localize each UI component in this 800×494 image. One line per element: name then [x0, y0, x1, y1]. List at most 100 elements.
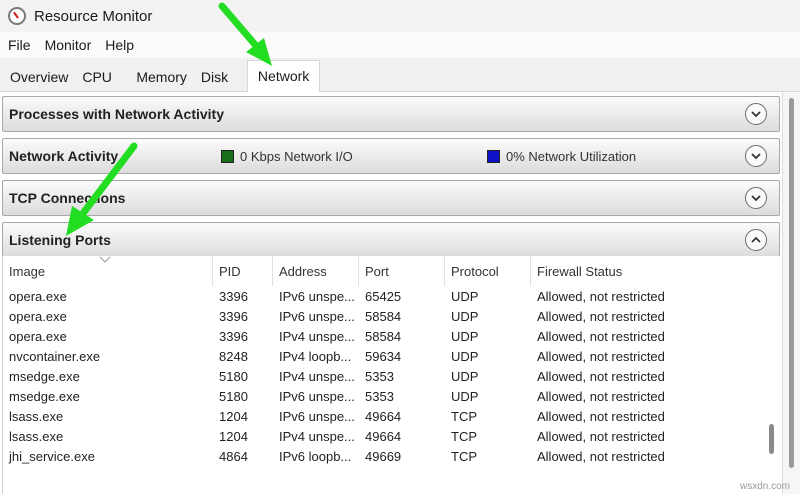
column-port[interactable]: Port: [359, 256, 445, 286]
network-io-label: 0 Kbps Network I/O: [240, 149, 353, 164]
network-utilization-swatch: [487, 150, 500, 163]
cell-port: 65425: [365, 288, 402, 304]
section-tcp-title: TCP Connections: [9, 190, 126, 206]
cell-address: IPv6 unspe...: [279, 388, 355, 404]
section-activity-header[interactable]: Network Activity 0 Kbps Network I/O 0% N…: [2, 138, 780, 174]
cell-pid: 5180: [219, 368, 248, 384]
network-content: Processes with Network Activity Network …: [0, 92, 782, 494]
table-row[interactable]: msedge.exe 5180 IPv6 unspe... 5353 UDP A…: [3, 386, 763, 406]
table-row[interactable]: opera.exe 3396 IPv6 unspe... 58584 UDP A…: [3, 306, 763, 326]
table-row[interactable]: nvcontainer.exe 8248 IPv4 loopb... 59634…: [3, 346, 763, 366]
cell-protocol: UDP: [451, 308, 479, 324]
cell-pid: 1204: [219, 428, 248, 444]
cell-firewall-status: Allowed, not restricted: [537, 448, 665, 464]
cell-address: IPv4 unspe...: [279, 428, 355, 444]
column-pid[interactable]: PID: [213, 256, 273, 286]
cell-port: 49669: [365, 448, 402, 464]
menu-help[interactable]: Help: [105, 37, 134, 53]
cell-firewall-status: Allowed, not restricted: [537, 388, 665, 404]
table-row[interactable]: opera.exe 3396 IPv4 unspe... 58584 UDP A…: [3, 326, 763, 346]
window-title: Resource Monitor: [34, 7, 153, 25]
tab-overview[interactable]: Overview: [4, 65, 74, 91]
cell-firewall-status: Allowed, not restricted: [537, 408, 665, 424]
cell-protocol: UDP: [451, 288, 479, 304]
cell-address: IPv6 unspe...: [279, 288, 355, 304]
cell-firewall-status: Allowed, not restricted: [537, 288, 665, 304]
section-listening-header[interactable]: Listening Ports: [2, 222, 780, 258]
cell-port: 59634: [365, 348, 402, 364]
cell-port: 5353: [365, 388, 394, 404]
tab-network[interactable]: Network: [246, 60, 321, 92]
listening-ports-table: Image PID Address Port Protocol Firewall…: [2, 256, 780, 494]
sort-arrow-icon: [99, 256, 111, 266]
cell-address: IPv6 loopb...: [279, 448, 352, 464]
cell-firewall-status: Allowed, not restricted: [537, 328, 665, 344]
column-address[interactable]: Address: [273, 256, 359, 286]
cell-image: jhi_service.exe: [9, 448, 95, 464]
section-tcp-header[interactable]: TCP Connections: [2, 180, 780, 216]
cell-image: opera.exe: [9, 288, 67, 304]
cell-port: 58584: [365, 308, 402, 324]
network-io-indicator: 0 Kbps Network I/O: [221, 149, 353, 164]
title-bar: Resource Monitor: [0, 0, 800, 32]
cell-address: IPv6 unspe...: [279, 308, 355, 324]
tab-cpu[interactable]: CPU: [76, 65, 128, 91]
tab-strip: Overview CPU Memory Disk Network: [0, 58, 800, 92]
network-io-swatch: [221, 150, 234, 163]
chevron-up-icon[interactable]: [745, 229, 767, 251]
table-scrollbar-thumb[interactable]: [769, 424, 774, 454]
column-protocol[interactable]: Protocol: [445, 256, 531, 286]
table-row[interactable]: jhi_service.exe 4864 IPv6 loopb... 49669…: [3, 446, 763, 466]
section-processes-header[interactable]: Processes with Network Activity: [2, 96, 780, 132]
cell-pid: 3396: [219, 308, 248, 324]
cell-pid: 3396: [219, 288, 248, 304]
cell-firewall-status: Allowed, not restricted: [537, 348, 665, 364]
cell-protocol: TCP: [451, 448, 477, 464]
menu-file[interactable]: File: [8, 37, 31, 53]
cell-firewall-status: Allowed, not restricted: [537, 428, 665, 444]
network-utilization-label: 0% Network Utilization: [506, 149, 637, 164]
cell-image: msedge.exe: [9, 368, 80, 384]
menu-bar: File Monitor Help: [0, 32, 800, 58]
tab-disk[interactable]: Disk: [195, 65, 245, 91]
cell-image: lsass.exe: [9, 408, 64, 424]
cell-protocol: UDP: [451, 368, 479, 384]
section-activity-title: Network Activity: [9, 148, 119, 164]
cell-address: IPv4 loopb...: [279, 348, 352, 364]
cell-pid: 4864: [219, 448, 248, 464]
cell-image: msedge.exe: [9, 388, 80, 404]
cell-address: IPv6 unspe...: [279, 408, 355, 424]
tab-memory[interactable]: Memory: [130, 65, 193, 91]
cell-firewall-status: Allowed, not restricted: [537, 368, 665, 384]
table-row[interactable]: opera.exe 3396 IPv6 unspe... 65425 UDP A…: [3, 286, 763, 306]
section-processes-title: Processes with Network Activity: [9, 106, 225, 122]
table-scrollbar[interactable]: [765, 286, 779, 494]
menu-monitor[interactable]: Monitor: [45, 37, 92, 53]
cell-port: 49664: [365, 428, 402, 444]
cell-image: lsass.exe: [9, 428, 64, 444]
cell-address: IPv4 unspe...: [279, 328, 355, 344]
chevron-down-icon[interactable]: [745, 145, 767, 167]
cell-port: 5353: [365, 368, 394, 384]
cell-protocol: UDP: [451, 388, 479, 404]
table-row[interactable]: msedge.exe 5180 IPv4 unspe... 5353 UDP A…: [3, 366, 763, 386]
window-scrollbar-thumb[interactable]: [789, 98, 794, 468]
cell-protocol: TCP: [451, 428, 477, 444]
cell-image: nvcontainer.exe: [9, 348, 101, 364]
cell-pid: 3396: [219, 328, 248, 344]
cell-protocol: TCP: [451, 408, 477, 424]
cell-pid: 1204: [219, 408, 248, 424]
window-scrollbar[interactable]: [782, 92, 800, 494]
table-row[interactable]: lsass.exe 1204 IPv6 unspe... 49664 TCP A…: [3, 406, 763, 426]
cell-port: 58584: [365, 328, 402, 344]
column-firewall-status[interactable]: Firewall Status: [531, 256, 763, 286]
network-utilization-indicator: 0% Network Utilization: [487, 149, 636, 164]
cell-image: opera.exe: [9, 308, 67, 324]
cell-port: 49664: [365, 408, 402, 424]
watermark: wsxdn.com: [739, 481, 790, 492]
chevron-down-icon[interactable]: [745, 103, 767, 125]
chevron-down-icon[interactable]: [745, 187, 767, 209]
cell-protocol: UDP: [451, 348, 479, 364]
table-row[interactable]: lsass.exe 1204 IPv4 unspe... 49664 TCP A…: [3, 426, 763, 446]
cell-firewall-status: Allowed, not restricted: [537, 308, 665, 324]
